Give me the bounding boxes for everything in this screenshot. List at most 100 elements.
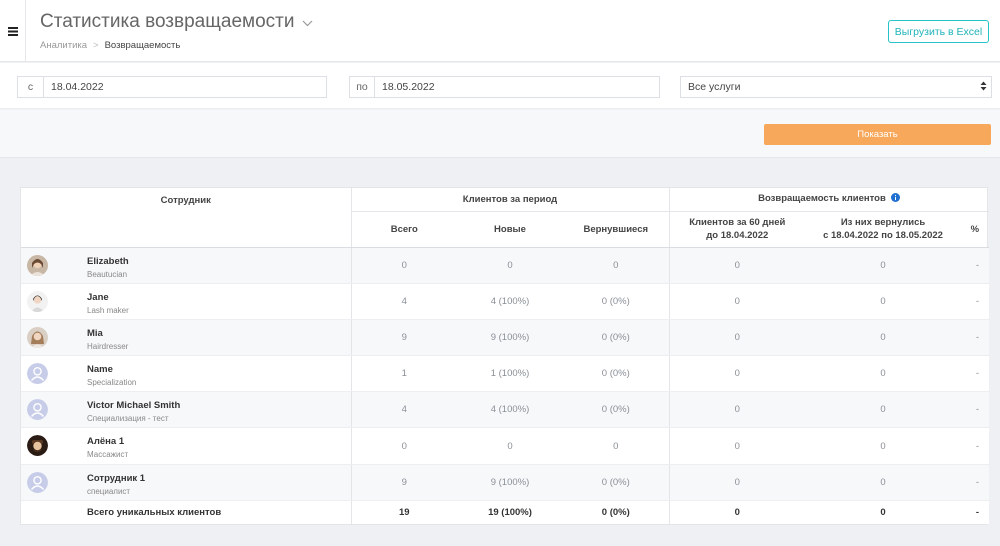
column-came-back: Из них вернулись с 18.04.2022 по 18.05.2… <box>805 211 962 248</box>
total-returned: 0 (0%) <box>563 500 670 525</box>
column-new: Новые <box>457 211 563 248</box>
cell-returned: 0 <box>563 427 670 465</box>
info-icon[interactable] <box>891 193 901 205</box>
cell-new: 0 <box>457 427 563 465</box>
services-select-value: Все услуги <box>688 81 741 93</box>
select-arrows-icon <box>980 81 987 94</box>
employee-name[interactable]: Victor Michael Smith <box>87 400 180 411</box>
breadcrumb-link-analytics[interactable]: Аналитика <box>40 40 87 51</box>
cell-returned: 0 (0%) <box>563 355 670 393</box>
show-button[interactable]: Показать <box>764 124 991 145</box>
filter-bar: с 18.04.2022 по 18.05.2022 Все услуги <box>0 63 1000 109</box>
services-select[interactable]: Все услуги <box>680 76 992 98</box>
employee-name[interactable]: Mia <box>87 328 103 339</box>
breadcrumb-current: Возвращаемость <box>104 40 181 51</box>
cell-total: 9 <box>350 464 457 501</box>
employee-name[interactable]: Сотрудник 1 <box>87 473 145 484</box>
employee-name[interactable]: Jane <box>87 292 109 303</box>
date-to-field[interactable]: по 18.05.2022 <box>349 76 660 98</box>
cell-total: 1 <box>350 355 457 393</box>
cell-came-back: 0 <box>805 391 962 429</box>
table-row[interactable]: Mia Hairdresser 9 9 (100%) 0 (0%) 0 0 - <box>21 319 990 357</box>
total-new: 19 (100%) <box>457 500 563 525</box>
column-returned: Вернувшиеся <box>563 211 670 248</box>
cell-clients-60: 0 <box>668 247 806 284</box>
table-row[interactable]: Алёна 1 Массажист 0 0 0 0 0 - <box>21 427 990 465</box>
cell-clients-60: 0 <box>668 464 806 501</box>
employee-cell: Name Specialization <box>21 355 351 393</box>
cell-came-back: 0 <box>805 427 962 465</box>
employee-name[interactable]: Name <box>87 364 113 375</box>
page-title-dropdown[interactable]: Статистика возвращаемости <box>40 11 313 33</box>
cell-clients-60: 0 <box>668 283 806 320</box>
cell-returned: 0 (0%) <box>563 319 670 357</box>
date-from-field[interactable]: с 18.04.2022 <box>17 76 327 98</box>
column-came-back-line1: Из них вернулись <box>840 217 926 228</box>
table-row[interactable]: Victor Michael Smith Специализация - тес… <box>21 391 990 429</box>
cell-new: 9 (100%) <box>457 464 563 501</box>
cell-came-back: 0 <box>805 283 962 320</box>
table-row[interactable]: Jane Lash maker 4 4 (100%) 0 (0%) 0 0 - <box>21 283 990 320</box>
default-user-icon <box>27 471 48 493</box>
employee-specialization: Hairdresser <box>87 341 129 351</box>
employee-name[interactable]: Elizabeth <box>87 256 129 267</box>
table-row[interactable]: Name Specialization 1 1 (100%) 0 (0%) 0 … <box>21 355 990 393</box>
cell-percent: - <box>961 427 990 465</box>
cell-percent: - <box>961 464 990 501</box>
header-retention-label: Возвращаемость клиентов <box>758 193 886 205</box>
employee-name[interactable]: Алёна 1 <box>87 436 124 447</box>
employee-cell: Elizabeth Beautucian <box>21 247 351 284</box>
date-from-value: 18.04.2022 <box>51 81 104 93</box>
cell-returned: 0 (0%) <box>563 464 670 501</box>
cell-clients-60: 0 <box>668 319 806 357</box>
cell-new: 4 (100%) <box>457 283 563 320</box>
column-clients-60-days: Клиентов за 60 дней до 18.04.2022 <box>668 211 806 248</box>
cell-total: 9 <box>350 319 457 357</box>
retention-table: Сотрудник Клиентов за период Возвращаемо… <box>20 187 990 526</box>
header-period: Клиентов за период <box>350 188 670 212</box>
cell-new: 0 <box>457 247 563 284</box>
photo-woman-icon <box>27 290 48 312</box>
cell-total: 0 <box>350 247 457 284</box>
employee-cell: Сотрудник 1 специалист <box>21 464 351 501</box>
total-label: Всего уникальных клиентов <box>21 500 351 525</box>
date-to-value: 18.05.2022 <box>382 81 435 93</box>
cell-total: 4 <box>350 391 457 429</box>
breadcrumb-separator: > <box>93 40 99 51</box>
employee-cell: Jane Lash maker <box>21 283 351 320</box>
table-row[interactable]: Elizabeth Beautucian 0 0 0 0 0 - <box>21 247 990 284</box>
date-from-prefix: с <box>18 77 44 97</box>
total-all: 19 <box>350 500 457 525</box>
default-user-icon <box>27 363 48 385</box>
cell-total: 4 <box>350 283 457 320</box>
photo-woman-icon <box>27 254 48 276</box>
export-excel-button[interactable]: Выгрузить в Excel <box>888 20 989 43</box>
photo-man-icon <box>27 435 48 457</box>
table-row[interactable]: Сотрудник 1 специалист 9 9 (100%) 0 (0%)… <box>21 464 990 501</box>
column-clients-60-line1: Клиентов за 60 дней <box>689 217 786 228</box>
cell-returned: 0 (0%) <box>563 283 670 320</box>
header-employee: Сотрудник <box>21 188 351 248</box>
photo-woman-icon <box>27 326 48 348</box>
column-total: Всего <box>350 211 457 248</box>
column-came-back-line2: с 18.04.2022 по 18.05.2022 <box>823 230 943 241</box>
cell-clients-60: 0 <box>668 427 806 465</box>
total-percent: - <box>961 500 990 525</box>
cell-came-back: 0 <box>805 355 962 393</box>
total-came-back: 0 <box>805 500 962 525</box>
menu-toggle-button[interactable] <box>0 0 26 62</box>
cell-new: 1 (100%) <box>457 355 563 393</box>
page-header: Статистика возвращаемости Аналитика > Возв… <box>0 0 1000 62</box>
date-to-prefix: по <box>350 77 375 97</box>
employee-specialization: Массажист <box>87 450 129 460</box>
cell-new: 4 (100%) <box>457 391 563 429</box>
default-user-icon <box>27 399 48 421</box>
total-row: Всего уникальных клиентов 19 19 (100%) 0… <box>21 500 990 525</box>
breadcrumb: Аналитика > Возвращаемость <box>40 40 180 51</box>
cell-percent: - <box>961 247 990 284</box>
header-retention: Возвращаемость клиентов <box>668 188 990 212</box>
column-clients-60-line2: до 18.04.2022 <box>706 230 769 241</box>
cell-new: 9 (100%) <box>457 319 563 357</box>
employee-cell: Mia Hairdresser <box>21 319 351 357</box>
cell-percent: - <box>961 283 990 320</box>
